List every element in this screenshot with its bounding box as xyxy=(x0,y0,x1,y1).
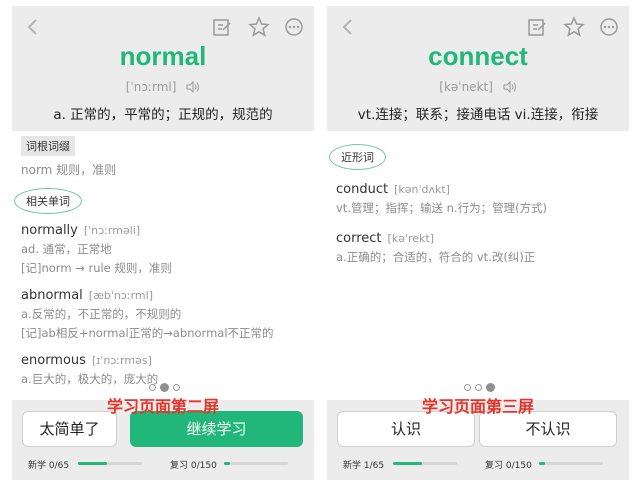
page-dot-active xyxy=(486,383,495,392)
screen-caption: 学习页面第三屏 xyxy=(421,397,534,416)
entry-line: a.反常的，不正常的，不规则的 xyxy=(21,307,182,321)
phonetic: [kəˈnekt] xyxy=(439,80,493,94)
review-progress xyxy=(224,462,288,465)
page-indicator xyxy=(464,383,504,393)
review-label: 复习 0/150 xyxy=(485,461,532,471)
star-icon[interactable] xyxy=(563,16,585,38)
entry-line: vt.管理；指挥；输送 n.行为；管理(方式) xyxy=(336,201,548,215)
entry-phonetic: [ɪˈnɔːrməs] xyxy=(91,354,152,367)
speaker-icon[interactable] xyxy=(186,81,200,93)
entry-word: conduct xyxy=(336,182,389,197)
new-words-label: 新学 0/65 xyxy=(28,461,70,471)
entry-word: normally xyxy=(21,223,78,238)
list-item[interactable]: abnormal [æbˈnɔːrml] a.反常的，不正常的，不规则的 [记]a… xyxy=(21,284,306,341)
review-progress-fill xyxy=(224,462,231,465)
entry-phonetic: [ˈnɔːrməli] xyxy=(83,224,141,237)
review-label: 复习 0/150 xyxy=(170,461,217,471)
screen-caption: 学习页面第二屏 xyxy=(106,397,219,416)
similar-words-tag: 近形词 xyxy=(329,144,386,170)
entry-line: a.正确的；合适的，符合的 vt.改(纠)正 xyxy=(336,250,536,264)
word-header: normal [ˈnɔːrml] a. 正常的，平常的；正规的，规范的 xyxy=(12,6,314,131)
related-words-tag: 相关单词 xyxy=(14,188,82,214)
new-words-progress-fill xyxy=(78,462,107,465)
definition: vt.连接；联系；接通电话 vi.连接，衔接 xyxy=(357,107,599,123)
star-icon[interactable] xyxy=(248,16,270,38)
review-progress-fill xyxy=(539,462,546,465)
page-dot-active xyxy=(160,383,169,392)
page-dot xyxy=(464,384,471,391)
page-dot xyxy=(173,384,180,391)
more-icon[interactable] xyxy=(284,17,304,37)
list-item[interactable]: conduct [kənˈdʌkt] vt.管理；指挥；输送 n.行为；管理(方式… xyxy=(336,178,621,216)
page-dot xyxy=(149,384,156,391)
back-icon[interactable] xyxy=(22,16,44,38)
edit-icon[interactable] xyxy=(212,17,232,37)
headword: connect xyxy=(428,41,528,71)
definition: a. 正常的，平常的；正规的，规范的 xyxy=(53,107,273,123)
word-detail-screen-right: connect [kəˈnekt] vt.连接；联系；接通电话 vi.连接，衔接… xyxy=(327,6,629,480)
list-item[interactable]: correct [kəˈrekt] a.正确的；合适的，符合的 vt.改(纠)正 xyxy=(336,227,621,265)
root-affix-tag: 词根词缀 xyxy=(21,136,75,156)
entry-word: abnormal xyxy=(21,288,83,303)
phonetic-row: [ˈnɔːrml] xyxy=(12,80,314,94)
entry-word: enormous xyxy=(21,353,86,368)
page-dot xyxy=(475,384,482,391)
entry-phonetic: [æbˈnɔːrml] xyxy=(88,289,153,302)
list-item[interactable]: enormous [ɪˈnɔːrməs] a.巨大的，极大的，庞大的 xyxy=(21,349,306,387)
root-meaning: norm 规则，准则 xyxy=(21,163,117,177)
entry-phonetic: [kənˈdʌkt] xyxy=(394,183,450,196)
list-item[interactable]: normally [ˈnɔːrməli] ad. 通常，正常地 [记]norm →… xyxy=(21,219,306,276)
new-words-label: 新学 1/65 xyxy=(343,461,385,471)
review-progress xyxy=(539,462,603,465)
word-detail-screen-left: normal [ˈnɔːrml] a. 正常的，平常的；正规的，规范的 词根词缀… xyxy=(12,6,314,480)
page-indicator xyxy=(149,383,189,393)
entry-line: ad. 通常，正常地 xyxy=(21,242,112,256)
headword: normal xyxy=(119,41,207,71)
speaker-icon[interactable] xyxy=(503,81,517,93)
entry-phonetic: [kəˈrekt] xyxy=(387,232,435,245)
back-icon[interactable] xyxy=(337,16,359,38)
new-words-progress xyxy=(78,462,142,465)
new-words-progress-fill xyxy=(393,462,422,465)
entry-line: [记]ab相反+normal正常的→abnormal不正常的 xyxy=(21,326,274,340)
phonetic: [ˈnɔːrml] xyxy=(125,80,177,94)
edit-icon[interactable] xyxy=(527,17,547,37)
more-icon[interactable] xyxy=(599,17,619,37)
entry-line: [记]norm → rule 规则，准则 xyxy=(21,261,172,275)
root-text: norm 规则，准则 xyxy=(21,158,306,178)
word-header: connect [kəˈnekt] vt.连接；联系；接通电话 vi.连接，衔接 xyxy=(327,6,629,131)
phonetic-row: [kəˈnekt] xyxy=(327,80,629,94)
entry-word: correct xyxy=(336,231,382,246)
new-words-progress xyxy=(393,462,457,465)
